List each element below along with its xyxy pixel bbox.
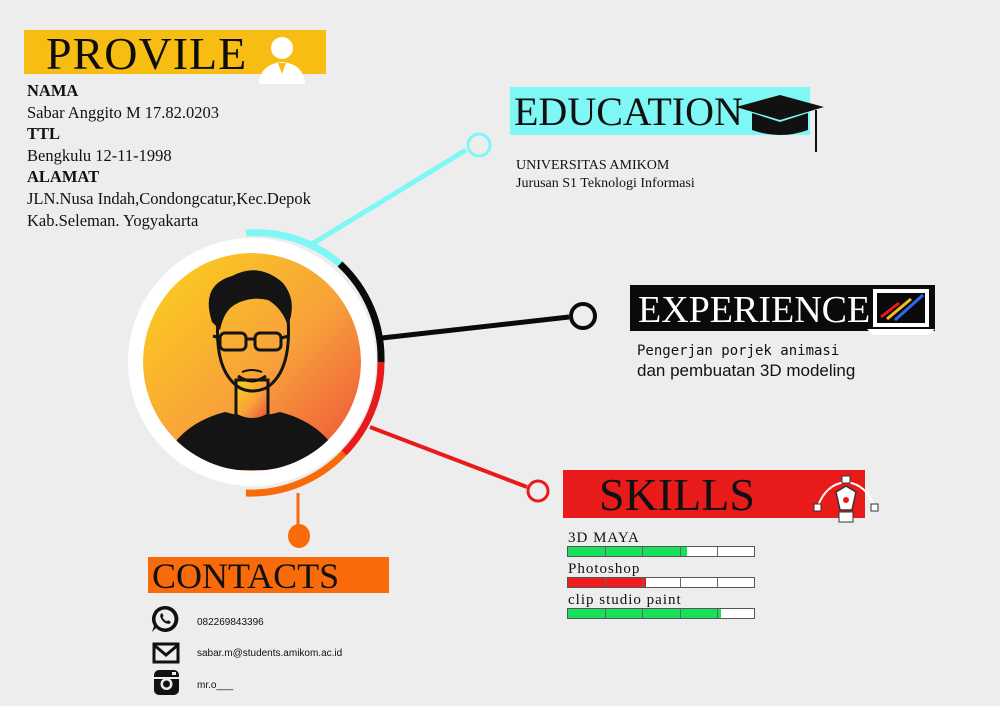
- instagram-icon: [154, 670, 179, 695]
- mail-icon: [152, 642, 180, 664]
- skill-bar-fill: [568, 578, 647, 587]
- skill-bar-fill: [568, 547, 688, 556]
- laptop-chart-icon: [867, 289, 935, 335]
- profile-info: NAMA Sabar Anggito M 17.82.0203 TTL Beng…: [27, 80, 311, 231]
- skill-bar-divider: [679, 547, 681, 556]
- skill-bar-divider: [716, 547, 718, 556]
- name-label: NAMA: [27, 81, 79, 100]
- skill-bar-divider: [642, 609, 644, 618]
- experience-line1: Pengerjan porjek animasi: [637, 343, 840, 359]
- contacts-header: CONTACTS: [148, 556, 389, 596]
- node-contacts: [288, 524, 310, 548]
- email-address: sabar.m@students.amikom.ac.id: [197, 648, 343, 659]
- skill-bar-divider: [716, 578, 718, 587]
- skill-bar-divider: [679, 578, 681, 587]
- node-education: [466, 132, 492, 158]
- education-line2: Jurusan S1 Teknologi Informasi: [516, 176, 695, 191]
- experience-line2: dan pembuatan 3D modeling: [637, 361, 856, 380]
- phone-number: 082269843396: [197, 617, 264, 628]
- ttl-label: TTL: [27, 124, 61, 144]
- line-education: [310, 147, 468, 247]
- skills-title: SKILLS: [599, 469, 755, 520]
- line-skills: [369, 425, 528, 489]
- profile-header: PROVILE: [24, 30, 326, 84]
- skill-name: 3D MAYA: [568, 530, 640, 546]
- education-details: UNIVERSITAS AMIKOM Jurusan S1 Teknologi …: [516, 157, 695, 193]
- skill-name: clip studio paint: [568, 592, 682, 608]
- user-icon: [259, 37, 305, 84]
- address-line1: JLN.Nusa Indah,Condongcatur,Kec.Depok: [27, 188, 311, 208]
- name-value: Sabar Anggito M 17.82.0203: [27, 102, 220, 122]
- education-title: EDUCATION: [514, 89, 743, 134]
- address-line2: Kab.Seleman. Yogyakarta: [27, 210, 199, 230]
- avatar: [143, 253, 361, 471]
- skill-bar-fill: [568, 609, 721, 618]
- node-skills: [526, 479, 550, 503]
- graduation-cap-icon: [736, 95, 824, 152]
- ttl-value: Bengkulu 12-11-1998: [27, 145, 172, 165]
- whatsapp-icon: [151, 605, 179, 632]
- skill-bar: [567, 546, 755, 557]
- education-line1: UNIVERSITAS AMIKOM: [516, 158, 670, 173]
- skill-bar-divider: [605, 609, 607, 618]
- pen-tool-icon: [813, 475, 879, 523]
- skill-bar-divider: [679, 609, 681, 618]
- experience-title: EXPERIENCE: [638, 289, 871, 331]
- skill-bar-divider: [642, 547, 644, 556]
- skill-bar-divider: [716, 609, 718, 618]
- address-label: ALAMAT: [27, 167, 100, 187]
- line-experience: [381, 314, 570, 341]
- skill-bar-divider: [605, 547, 607, 556]
- node-experience: [569, 302, 597, 330]
- skill-bar: [567, 577, 755, 588]
- contacts-title: CONTACTS: [152, 556, 340, 596]
- skill-bar-divider: [642, 578, 644, 587]
- instagram-handle: mr.o___: [197, 680, 234, 691]
- skill-bar: [567, 608, 755, 619]
- skill-name: Photoshop: [568, 561, 641, 577]
- profile-title: PROVILE: [46, 28, 248, 79]
- skill-bar-divider: [605, 578, 607, 587]
